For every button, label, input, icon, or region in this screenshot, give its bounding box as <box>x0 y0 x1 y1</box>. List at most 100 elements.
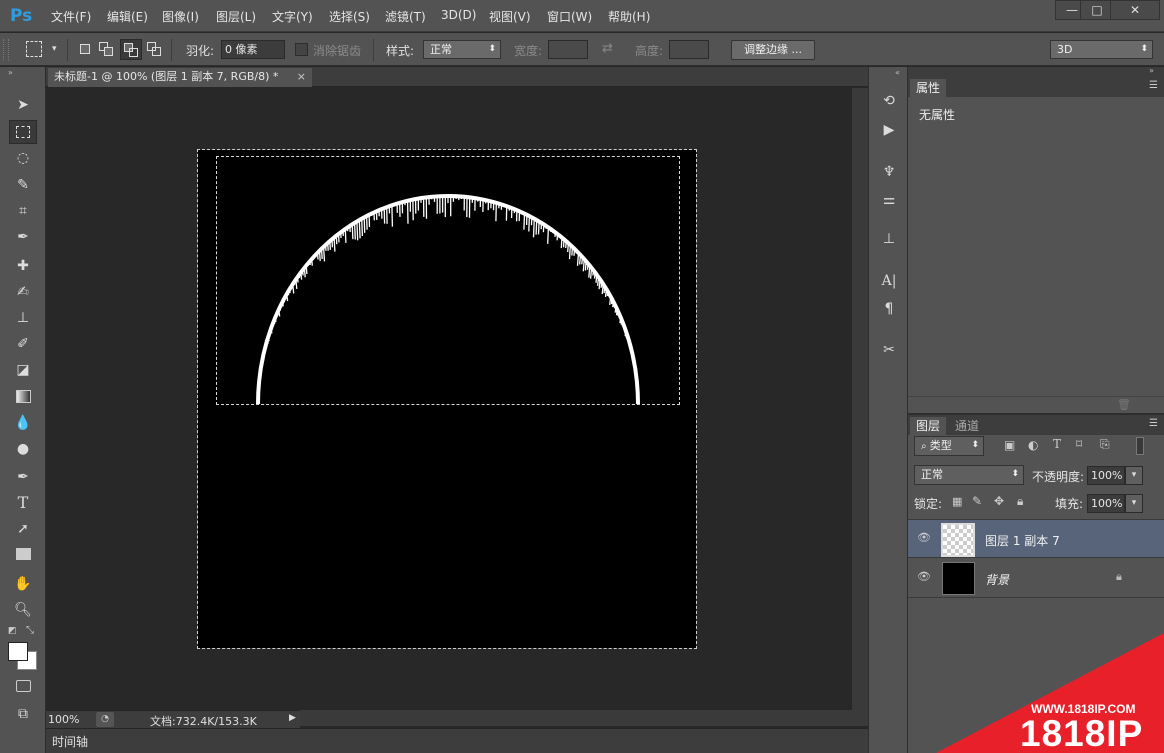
expand-icon[interactable]: « <box>895 68 900 77</box>
close-icon[interactable]: × <box>297 68 306 86</box>
close-button[interactable]: ✕ <box>1110 0 1160 20</box>
marquee-tool-icon[interactable] <box>9 120 37 144</box>
filter-toggle[interactable] <box>1136 437 1144 455</box>
pen-tool-icon[interactable]: ✒ <box>9 465 37 489</box>
eye-icon[interactable]: 👁︎ <box>917 531 931 544</box>
intersect-selection-icon[interactable] <box>146 41 162 57</box>
subtract-selection-icon[interactable] <box>120 39 142 60</box>
filter-smartobject-icon[interactable]: ⎘ <box>1100 437 1110 452</box>
panel-menu-icon[interactable]: ☰ <box>1149 80 1158 91</box>
menu-filter[interactable]: 滤镜(T) <box>385 8 426 25</box>
quick-selection-tool-icon[interactable]: ✎ <box>9 173 37 197</box>
timeline-panel-tab[interactable]: 时间轴 <box>46 728 868 753</box>
blend-mode-select[interactable]: 正常 ⬍ <box>914 465 1024 485</box>
new-selection-icon[interactable] <box>77 41 93 57</box>
type-tool-icon[interactable]: T <box>9 491 37 515</box>
move-tool-icon[interactable]: ➤ <box>9 93 37 117</box>
chevron-down-icon[interactable]: ▾ <box>1125 466 1143 485</box>
brushes-panel-icon[interactable]: ♆ <box>877 161 901 183</box>
adjustments-panel-icon[interactable]: ⚌ <box>877 189 901 211</box>
grip-handle[interactable] <box>3 39 9 61</box>
panel-menu-icon[interactable]: ☰ <box>1149 418 1158 429</box>
screen-mode-icon[interactable]: ⧉ <box>9 702 37 726</box>
hand-tool-icon[interactable]: ✋ <box>9 572 37 596</box>
layer-row[interactable]: 👁︎ 图层 1 副本 7 <box>908 519 1164 558</box>
chevron-down-icon[interactable]: ▾ <box>1125 494 1143 513</box>
tab-properties[interactable]: 属性 <box>910 79 947 97</box>
default-colors-icon[interactable]: ◩ <box>8 626 17 636</box>
fill-input[interactable]: 100% <box>1087 494 1125 513</box>
actions-panel-icon[interactable]: ▶ <box>877 119 901 141</box>
style-select[interactable]: 正常 ⬍ <box>423 40 501 59</box>
eyedropper-tool-icon[interactable]: ✒ <box>9 225 37 249</box>
layer-name[interactable]: 图层 1 副本 7 <box>985 532 1060 549</box>
workspace-select[interactable]: 3D ⬍ <box>1050 40 1153 59</box>
swap-icon[interactable]: ⇄ <box>602 41 613 56</box>
lock-move-icon[interactable]: ✥ <box>994 494 1004 508</box>
vertical-scrollbar[interactable] <box>852 88 868 710</box>
layer-name[interactable]: 背景 <box>985 571 1009 588</box>
character-panel-icon[interactable]: A| <box>877 270 901 292</box>
lock-paint-icon[interactable]: ✎ <box>972 494 982 508</box>
paragraph-panel-icon[interactable]: ¶ <box>877 298 901 320</box>
add-selection-icon[interactable] <box>98 41 114 57</box>
refine-edge-button[interactable]: 调整边缘 ... <box>731 40 815 60</box>
crop-tool-icon[interactable]: ⌗ <box>9 199 37 223</box>
collapse-icon[interactable]: » <box>1149 66 1154 75</box>
menu-edit[interactable]: 编辑(E) <box>107 8 148 25</box>
antialias-checkbox[interactable] <box>295 43 308 56</box>
collapse-icon[interactable]: » <box>8 68 13 77</box>
width-input[interactable] <box>548 40 588 59</box>
clone-source-panel-icon[interactable]: ⊥ <box>877 228 901 250</box>
quick-mask-icon[interactable] <box>9 674 37 698</box>
document-canvas[interactable] <box>197 149 697 649</box>
marquee-preset-icon[interactable] <box>26 41 42 57</box>
lock-all-icon[interactable]: 🔒︎ <box>1017 494 1023 509</box>
blur-tool-icon[interactable]: 💧 <box>9 411 37 435</box>
filter-type-icon[interactable]: T <box>1053 437 1061 451</box>
clone-stamp-tool-icon[interactable]: ⊥ <box>9 306 37 330</box>
filter-pixel-icon[interactable]: ▣ <box>1004 438 1015 452</box>
menu-3d[interactable]: 3D(D) <box>441 8 476 22</box>
foreground-color-swatch[interactable] <box>8 642 28 661</box>
menu-file[interactable]: 文件(F) <box>51 8 91 25</box>
filter-adjustment-icon[interactable]: ◐ <box>1028 438 1038 452</box>
layer-row[interactable]: 👁︎ 背景 🔒︎ <box>908 559 1164 598</box>
horizontal-scrollbar[interactable] <box>300 710 868 726</box>
trash-icon[interactable]: 🗑︎ <box>1117 398 1131 411</box>
brush-tool-icon[interactable]: ✍ <box>9 280 37 304</box>
play-icon[interactable]: ▶ <box>289 713 296 723</box>
swap-colors-icon[interactable]: ⤡ <box>26 625 34 636</box>
opacity-input[interactable]: 100% <box>1087 466 1125 485</box>
gradient-tool-icon[interactable] <box>9 385 37 409</box>
menu-help[interactable]: 帮助(H) <box>608 8 650 25</box>
menu-window[interactable]: 窗口(W) <box>547 8 592 25</box>
lasso-tool-icon[interactable]: ◌ <box>9 146 37 170</box>
feather-input[interactable]: 0 像素 <box>221 40 285 59</box>
path-selection-tool-icon[interactable]: ➚ <box>9 517 37 541</box>
zoom-level[interactable]: 100% <box>48 713 79 726</box>
menu-layer[interactable]: 图层(L) <box>216 8 256 25</box>
healing-brush-tool-icon[interactable]: ✚ <box>9 254 37 278</box>
history-panel-icon[interactable]: ⟲ <box>877 90 901 112</box>
rectangle-tool-icon[interactable] <box>9 543 37 567</box>
tab-channels[interactable]: 通道 <box>949 417 985 435</box>
chevron-down-icon[interactable]: ▾ <box>52 44 57 54</box>
menu-image[interactable]: 图像(I) <box>162 8 199 25</box>
eraser-tool-icon[interactable]: ◪ <box>9 358 37 382</box>
history-brush-tool-icon[interactable]: ✐ <box>9 332 37 356</box>
menu-type[interactable]: 文字(Y) <box>272 8 313 25</box>
lock-transparent-icon[interactable]: ▦ <box>952 495 962 508</box>
tools-presets-icon[interactable]: ✂ <box>877 339 901 361</box>
menu-view[interactable]: 视图(V) <box>489 8 531 25</box>
dodge-tool-icon[interactable]: ● <box>9 437 37 461</box>
document-tab[interactable]: 未标题-1 @ 100% (图层 1 副本 7, RGB/8) * × <box>48 68 312 87</box>
tab-layers[interactable]: 图层 <box>910 417 947 435</box>
maximize-button[interactable]: □ <box>1080 0 1114 20</box>
status-info-icon[interactable]: ◔ <box>96 712 114 727</box>
layer-filter-select[interactable]: ⌕ 类型 ⬍ <box>914 436 984 456</box>
height-input[interactable] <box>669 40 709 59</box>
eye-icon[interactable]: 👁︎ <box>917 570 931 583</box>
zoom-tool-icon[interactable]: 🔍︎ <box>9 598 37 622</box>
filter-shape-icon[interactable]: ⌑ <box>1076 437 1082 451</box>
